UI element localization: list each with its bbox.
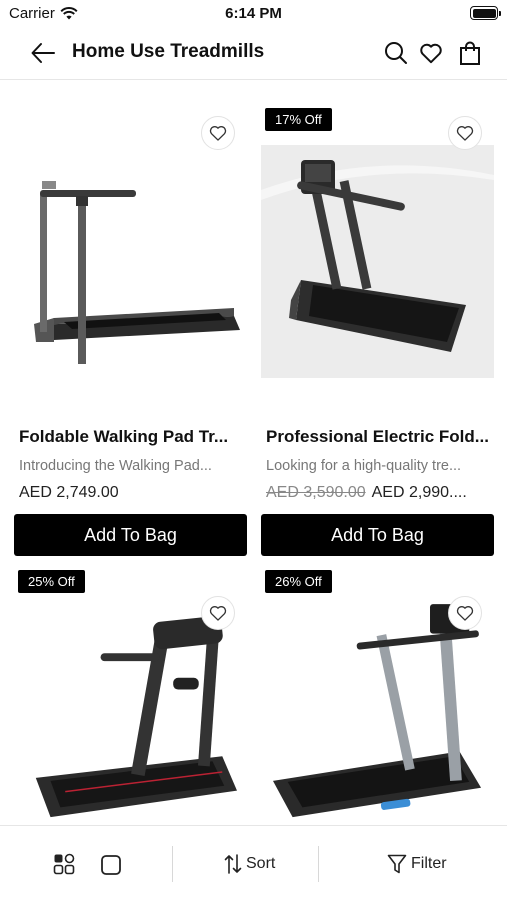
heart-icon — [456, 126, 474, 141]
wishlist-toggle[interactable] — [201, 596, 235, 630]
filter-label: Filter — [411, 855, 447, 872]
filter-icon — [387, 854, 407, 874]
product-description: Looking for a high-quality tre... — [266, 458, 462, 474]
current-price: AED 2,990.... — [371, 484, 467, 501]
price-row: AED 2,749.00 — [19, 484, 245, 502]
search-icon — [385, 42, 407, 64]
discount-badge: 25% Off — [18, 570, 85, 593]
wishlist-button[interactable] — [418, 40, 444, 66]
filter-button[interactable]: Filter — [387, 853, 447, 875]
shopping-bag-icon — [460, 41, 480, 65]
divider — [172, 846, 173, 882]
current-price: AED 2,749.00 — [19, 484, 119, 501]
add-to-bag-button[interactable]: Add To Bag — [261, 514, 494, 556]
single-view-button[interactable] — [100, 854, 122, 881]
grid-view-button[interactable] — [53, 853, 75, 880]
product-name[interactable]: Professional Electric Fold... — [266, 427, 491, 447]
heart-icon — [456, 606, 474, 621]
add-to-bag-button[interactable]: Add To Bag — [14, 514, 247, 556]
sort-button[interactable]: Sort — [224, 853, 275, 875]
wishlist-toggle[interactable] — [201, 116, 235, 150]
arrow-left-icon — [31, 43, 55, 63]
heart-icon — [209, 126, 227, 141]
product-description: Introducing the Walking Pad... — [19, 458, 212, 474]
original-price: AED 3,590.00 — [266, 484, 366, 501]
clock: 6:14 PM — [225, 5, 282, 22]
sort-label: Sort — [246, 855, 276, 872]
heart-icon — [420, 43, 442, 64]
product-grid: Foldable Walking Pad Tr... Introducing t… — [0, 80, 507, 825]
single-view-icon — [101, 855, 121, 875]
sort-icon — [224, 854, 242, 874]
search-button[interactable] — [383, 40, 409, 66]
divider — [318, 846, 319, 882]
bag-button[interactable] — [457, 40, 483, 66]
wishlist-toggle[interactable] — [448, 116, 482, 150]
discount-badge: 26% Off — [265, 570, 332, 593]
battery-icon — [470, 6, 501, 20]
back-button[interactable] — [28, 38, 58, 68]
bottom-action-bar: Sort Filter — [0, 825, 507, 900]
price-row: AED 3,590.00 AED 2,990.... — [266, 484, 492, 502]
product-name[interactable]: Foldable Walking Pad Tr... — [19, 427, 244, 447]
page-title: Home Use Treadmills — [72, 41, 265, 62]
app-header: Home Use Treadmills — [0, 28, 507, 80]
heart-icon — [209, 606, 227, 621]
wishlist-toggle[interactable] — [448, 596, 482, 630]
status-bar: Carrier 6:14 PM — [0, 0, 507, 28]
discount-badge: 17% Off — [265, 108, 332, 131]
grid-view-icon — [53, 853, 75, 875]
